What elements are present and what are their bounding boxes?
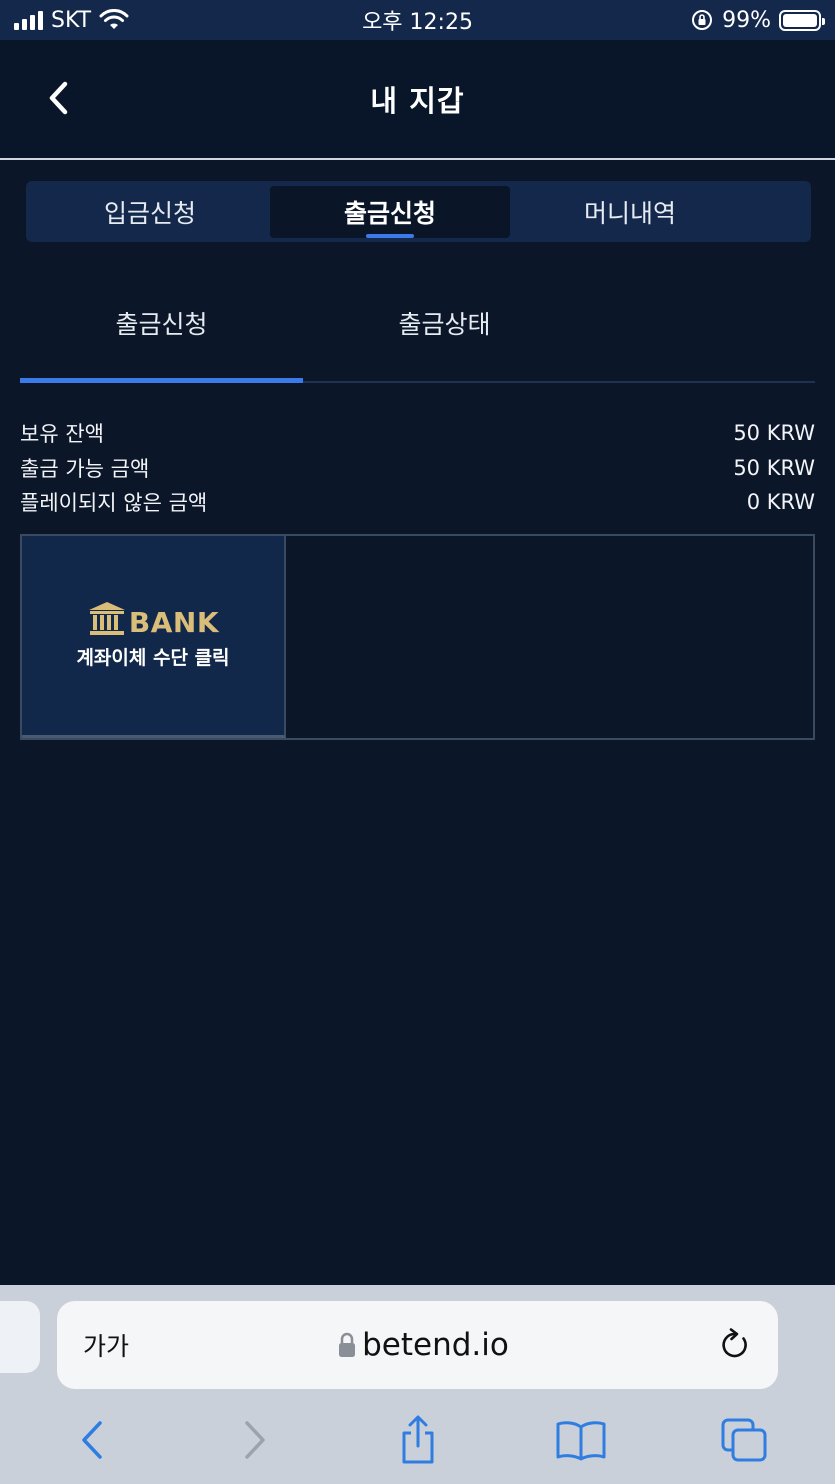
chevron-left-icon — [49, 81, 68, 115]
wifi-icon — [99, 9, 129, 29]
tab-money-history[interactable]: 머니내역 — [510, 186, 750, 238]
balance-label: 출금 가능 금액 — [20, 456, 150, 481]
share-button[interactable] — [388, 1410, 448, 1470]
battery-percent: 99% — [722, 7, 771, 33]
subtab-withdraw-status[interactable]: 출금상태 — [303, 285, 586, 381]
payment-methods: BANK 계좌이체 수단 클릭 — [20, 534, 815, 740]
tabs-button[interactable] — [714, 1410, 774, 1470]
rotation-lock-icon — [692, 10, 713, 30]
balance-value: 0 KRW — [746, 490, 815, 515]
bank-building-icon — [88, 602, 125, 635]
page-title: 내 지갑 — [370, 84, 465, 118]
url-text: betend.io — [362, 1327, 509, 1363]
lock-icon — [339, 1332, 356, 1357]
subtab-withdraw-request[interactable]: 출금신청 — [20, 285, 303, 383]
main-tabs: 입금신청 출금신청 머니내역 — [26, 181, 811, 242]
signal-icon — [14, 10, 43, 30]
previous-tab-preview[interactable] — [0, 1301, 40, 1373]
balance-row: 보유 잔액 50 KRW — [20, 416, 815, 451]
balance-label: 보유 잔액 — [20, 422, 104, 447]
chevron-right-icon — [244, 1421, 265, 1459]
browser-forward-button[interactable] — [225, 1410, 285, 1470]
balance-label: 플레이되지 않은 금액 — [20, 491, 208, 516]
browser-chrome: 가가 betend.io — [0, 1285, 835, 1484]
tab-deposit[interactable]: 입금신청 — [30, 186, 270, 238]
balance-row: 플레이되지 않은 금액 0 KRW — [20, 485, 815, 520]
bank-word: BANK — [128, 606, 220, 639]
bank-caption: 계좌이체 수단 클릭 — [76, 647, 230, 669]
balance-value: 50 KRW — [733, 421, 815, 446]
share-icon — [402, 1415, 433, 1464]
text-size-button[interactable]: 가가 — [83, 1327, 129, 1363]
reload-icon — [722, 1328, 747, 1358]
balance-row: 출금 가능 금액 50 KRW — [20, 451, 815, 486]
book-icon — [556, 1421, 605, 1461]
carrier-label: SKT — [51, 7, 92, 33]
balance-value: 50 KRW — [733, 455, 815, 480]
browser-toolbar — [0, 1405, 835, 1475]
chevron-left-icon — [81, 1421, 102, 1459]
bookmarks-button[interactable] — [551, 1410, 611, 1470]
status-bar: SKT 오후 12:25 99% — [0, 0, 835, 40]
bank-transfer-option[interactable]: BANK 계좌이체 수단 클릭 — [22, 536, 286, 738]
tab-withdraw[interactable]: 출금신청 — [270, 185, 510, 238]
sub-tabs: 출금신청 출금상태 — [20, 285, 815, 383]
payment-empty-area — [286, 536, 813, 738]
app-header: 내 지갑 — [0, 40, 835, 160]
back-button[interactable] — [38, 78, 78, 118]
balance-list: 보유 잔액 50 KRW 출금 가능 금액 50 KRW 플레이되지 않은 금액… — [20, 416, 815, 520]
reload-button[interactable] — [718, 1328, 752, 1362]
battery-icon — [779, 9, 825, 31]
bank-logo: BANK — [87, 601, 219, 637]
address-bar[interactable]: 가가 betend.io — [57, 1301, 778, 1389]
browser-back-button[interactable] — [62, 1410, 122, 1470]
tabs-icon — [721, 1418, 766, 1462]
